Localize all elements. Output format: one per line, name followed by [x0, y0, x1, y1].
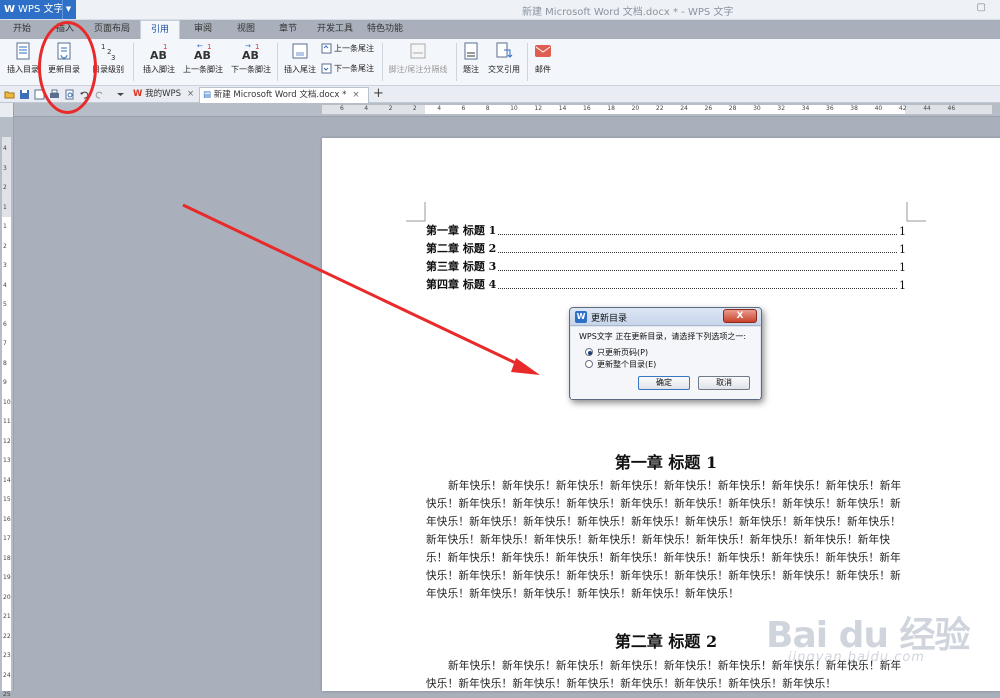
ruler-tick-label: 25 [3, 691, 11, 698]
annotation-arrow [182, 203, 540, 375]
watermark-url: jingyan.baidu.com [788, 650, 925, 665]
watermark: Bai du 经验 jingyan.baidu.com [758, 600, 988, 680]
